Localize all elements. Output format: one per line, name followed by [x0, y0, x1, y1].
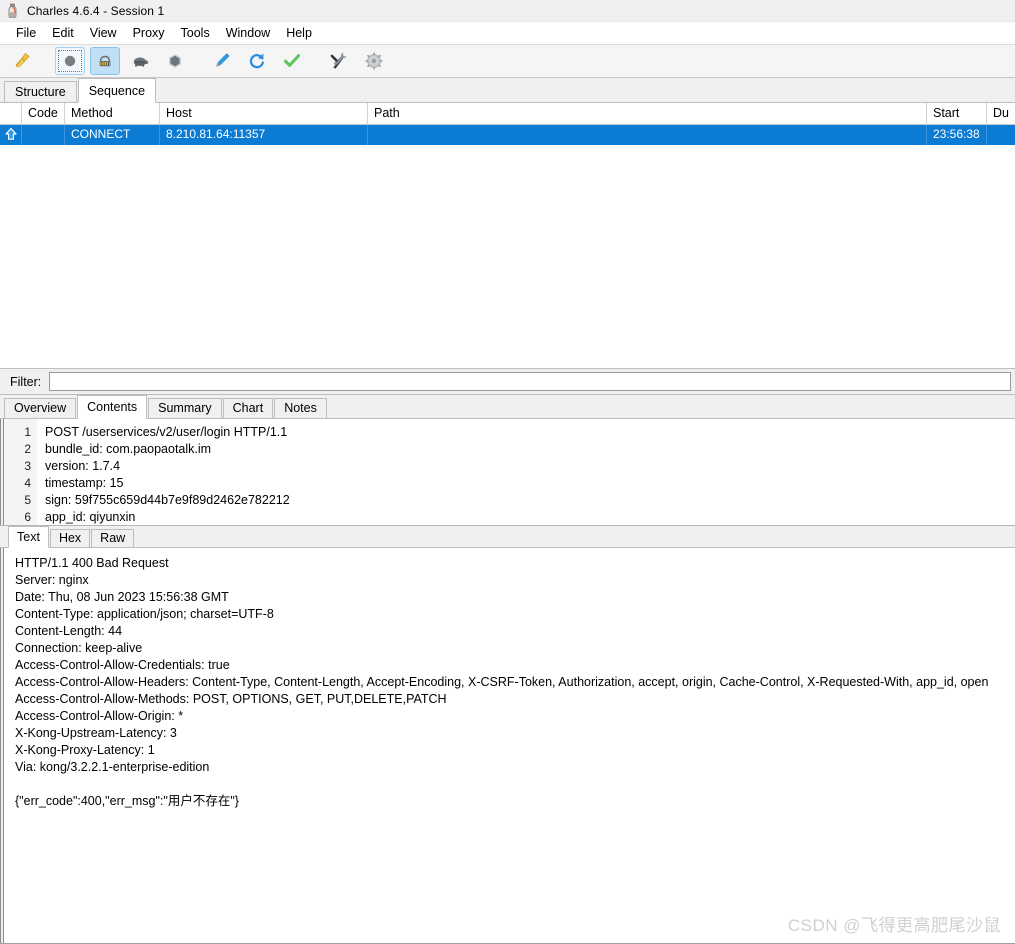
- tab-text[interactable]: Text: [8, 526, 49, 548]
- line-number: 6: [24, 510, 31, 524]
- filter-bar: Filter:: [0, 369, 1015, 395]
- toolbar: [0, 44, 1015, 78]
- column-header-host[interactable]: Host: [160, 103, 368, 124]
- column-header-duration[interactable]: Du: [987, 103, 1015, 124]
- session-tabs: Structure Sequence: [0, 78, 1015, 103]
- filter-input[interactable]: [49, 372, 1011, 391]
- row-duration: [987, 125, 1015, 145]
- filter-label: Filter:: [10, 374, 42, 389]
- repeat-button[interactable]: [242, 47, 272, 75]
- menu-item-help[interactable]: Help: [278, 24, 320, 42]
- line-number: 5: [24, 493, 31, 507]
- response-line: Access-Control-Allow-Methods: POST, OPTI…: [15, 692, 447, 706]
- request-headers-text: POST /userservices/v2/user/login HTTP/1.…: [37, 419, 1015, 525]
- row-start: 23:56:38: [927, 125, 987, 145]
- compose-button[interactable]: [207, 47, 237, 75]
- response-body-json: {"err_code":400,"err_msg":"用户不存在"}: [15, 794, 239, 808]
- road-barrier-icon: [95, 51, 115, 71]
- row-host: 8.210.81.64:11357: [160, 125, 368, 145]
- charles-bottle-icon: [5, 3, 21, 19]
- line-number: 2: [24, 442, 31, 456]
- column-header-code[interactable]: Code: [22, 103, 65, 124]
- response-line: Date: Thu, 08 Jun 2023 15:56:38 GMT: [15, 590, 229, 604]
- tab-structure[interactable]: Structure: [4, 81, 77, 102]
- request-line: bundle_id: com.paopaotalk.im: [45, 442, 212, 456]
- detail-tabs: Overview Contents Summary Chart Notes: [0, 395, 1015, 419]
- request-line: POST /userservices/v2/user/login HTTP/1.…: [45, 425, 288, 439]
- response-line: Content-Type: application/json; charset=…: [15, 607, 274, 621]
- pen-icon: [211, 50, 233, 72]
- table-header-row: Code Method Host Path Start Du: [0, 103, 1015, 125]
- clear-session-button[interactable]: [8, 47, 38, 75]
- line-number: 4: [24, 476, 31, 490]
- tab-contents[interactable]: Contents: [77, 395, 148, 419]
- row-path: [368, 125, 927, 145]
- menu-item-view[interactable]: View: [82, 24, 125, 42]
- response-content-pane[interactable]: HTTP/1.1 400 Bad Request Server: nginx D…: [0, 548, 1015, 944]
- response-line: X-Kong-Proxy-Latency: 1: [15, 743, 155, 757]
- window-title: Charles 4.6.4 - Session 1: [27, 3, 165, 18]
- hammer-wrench-icon: [328, 50, 350, 72]
- tab-overview[interactable]: Overview: [4, 398, 77, 418]
- row-status-icon-cell: [0, 125, 22, 145]
- view-tabs: Text Hex Raw: [0, 526, 1015, 548]
- turtle-icon: [129, 50, 151, 72]
- tab-raw[interactable]: Raw: [91, 529, 135, 547]
- stop-button[interactable]: [160, 47, 190, 75]
- response-line: X-Kong-Upstream-Latency: 3: [15, 726, 177, 740]
- refresh-arrow-icon: [246, 50, 268, 72]
- menu-bar: File Edit View Proxy Tools Window Help: [0, 22, 1015, 44]
- response-line: Connection: keep-alive: [15, 641, 143, 655]
- response-line: Access-Control-Allow-Headers: Content-Ty…: [15, 675, 989, 689]
- row-method: CONNECT: [65, 125, 160, 145]
- response-line: Via: kong/3.2.2.1-enterprise-edition: [15, 760, 210, 774]
- throttling-button[interactable]: [90, 47, 120, 75]
- request-line: app_id: qiyunxin: [45, 510, 136, 524]
- line-number: 1: [24, 425, 31, 439]
- gear-icon: [363, 50, 385, 72]
- response-blank-line: [15, 776, 1015, 793]
- table-row[interactable]: CONNECT 8.210.81.64:11357 23:56:38: [0, 125, 1015, 145]
- response-line: Access-Control-Allow-Credentials: true: [15, 658, 230, 672]
- request-line: sign: 59f755c659d44b7e9f89d2462e782212: [45, 493, 290, 507]
- response-line: Access-Control-Allow-Origin: *: [15, 709, 184, 723]
- tools-button[interactable]: [324, 47, 354, 75]
- response-line: Server: nginx: [15, 573, 89, 587]
- response-headers-text: HTTP/1.1 400 Bad Request Server: nginx D…: [4, 548, 1015, 943]
- line-number-gutter: 1 2 3 4 5 6: [4, 419, 37, 525]
- start-recording-button[interactable]: [55, 47, 85, 75]
- response-line: HTTP/1.1 400 Bad Request: [15, 556, 169, 570]
- menu-item-window[interactable]: Window: [218, 24, 278, 42]
- tab-hex[interactable]: Hex: [49, 529, 91, 547]
- request-line: timestamp: 15: [45, 476, 124, 490]
- column-header-icon[interactable]: [0, 103, 22, 124]
- request-content-pane[interactable]: 1 2 3 4 5 6 POST /userservices/v2/user/l…: [0, 419, 1015, 526]
- green-check-icon: [281, 50, 303, 72]
- column-header-method[interactable]: Method: [65, 103, 160, 124]
- menu-item-proxy[interactable]: Proxy: [125, 24, 173, 42]
- menu-item-tools[interactable]: Tools: [173, 24, 218, 42]
- tab-sequence[interactable]: Sequence: [77, 78, 157, 103]
- validate-button[interactable]: [277, 47, 307, 75]
- title-bar: Charles 4.6.4 - Session 1: [0, 0, 1015, 22]
- settings-button[interactable]: [359, 47, 389, 75]
- breakpoints-button[interactable]: [125, 47, 155, 75]
- menu-item-edit[interactable]: Edit: [44, 24, 82, 42]
- line-number: 3: [24, 459, 31, 473]
- column-header-path[interactable]: Path: [368, 103, 927, 124]
- charles-window: Charles 4.6.4 - Session 1 File Edit View…: [0, 0, 1015, 944]
- menu-item-file[interactable]: File: [8, 24, 44, 42]
- hexagon-stop-icon: [165, 51, 185, 71]
- column-header-start[interactable]: Start: [927, 103, 987, 124]
- broom-icon: [12, 50, 34, 72]
- tab-summary[interactable]: Summary: [148, 398, 222, 418]
- tab-chart[interactable]: Chart: [222, 398, 274, 418]
- response-line: Content-Length: 44: [15, 624, 123, 638]
- tab-notes[interactable]: Notes: [274, 398, 327, 418]
- request-line: version: 1.7.4: [45, 459, 121, 473]
- row-code: [22, 125, 65, 145]
- record-circle-icon: [60, 51, 80, 71]
- request-table[interactable]: Code Method Host Path Start Du CONNECT 8…: [0, 103, 1015, 369]
- up-arrow-icon: [4, 126, 18, 145]
